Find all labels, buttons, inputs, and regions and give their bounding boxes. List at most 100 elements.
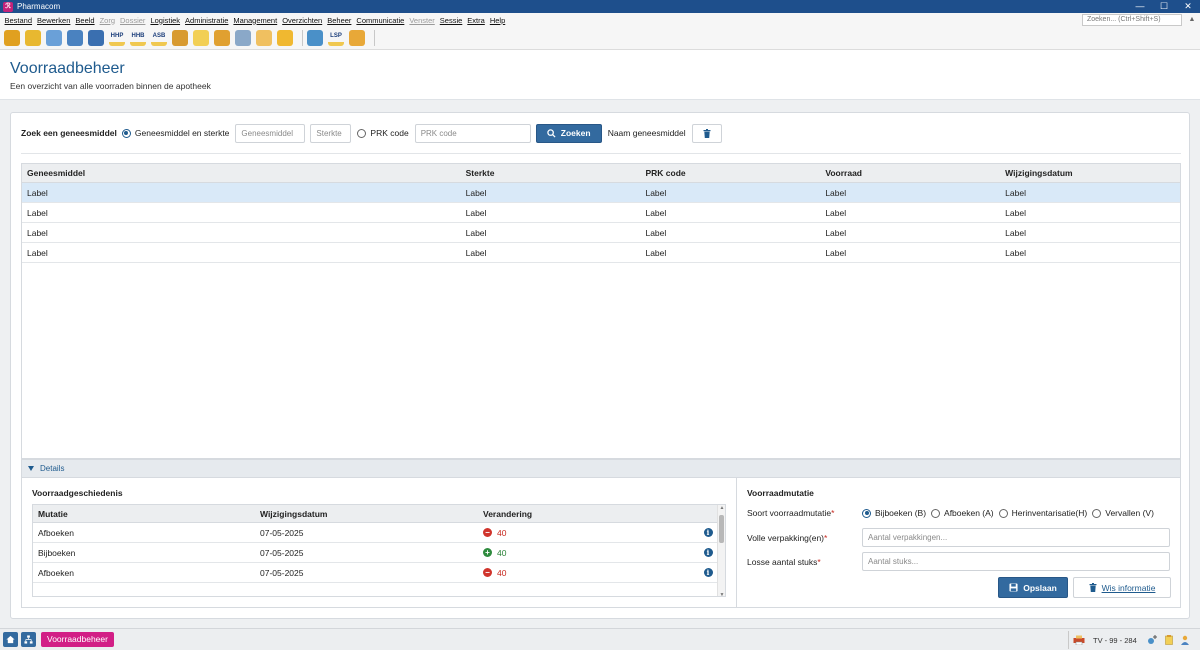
menu-communicatie[interactable]: Communicatie	[354, 16, 407, 25]
lsp-icon[interactable]: LSP	[328, 30, 344, 46]
radio-mutation-type-1[interactable]	[931, 508, 941, 518]
menu-dossier: Dossier	[120, 15, 146, 25]
save-icon	[1009, 583, 1018, 592]
column-mutatie[interactable]: Mutatie	[33, 509, 255, 519]
asb-icon[interactable]: ASB	[151, 30, 167, 46]
global-search-input[interactable]: Zoeken... (Ctrl+Shift+S)	[1082, 14, 1182, 26]
menu-help[interactable]: Help	[487, 16, 507, 25]
table-row[interactable]: Label Label Label Label Label	[22, 223, 1180, 243]
scroll-up-icon[interactable]: ▲	[718, 505, 725, 511]
user-swap-icon[interactable]	[4, 30, 20, 46]
home-button[interactable]	[3, 632, 18, 647]
radio-mutation-type-label: Bijboeken (B)	[875, 508, 927, 518]
column-sterkte[interactable]: Sterkte	[461, 168, 641, 178]
column-wijzigingsdatum[interactable]: Wijzigingsdatum	[1000, 168, 1180, 178]
radio-mutation-type-0[interactable]	[862, 508, 871, 518]
radio-geneesmiddel-sterkte[interactable]	[121, 128, 131, 138]
info-cell: i	[700, 548, 716, 557]
geneesmiddel-input[interactable]: Geneesmiddel	[235, 123, 306, 143]
mutation-type-options: Bijboeken (B) Afboeken (A) Herinventarisat…	[862, 508, 1159, 518]
boxes-icon[interactable]	[172, 30, 188, 46]
menu-logistiek[interactable]: Logistiek	[148, 16, 183, 25]
clear-info-button[interactable]: Wis informatie	[1073, 577, 1171, 598]
column-prk-code[interactable]: PRK code	[640, 168, 820, 178]
info-icon[interactable]: i	[703, 528, 713, 537]
package-icon[interactable]	[214, 30, 230, 46]
maximize-icon[interactable]: ☐	[1152, 0, 1176, 13]
connection-icon[interactable]	[1147, 635, 1158, 645]
table-row[interactable]: Label Label Label Label Label	[22, 243, 1180, 263]
radio-mutation-type-3[interactable]	[1092, 508, 1102, 518]
search-button-label: Zoeken	[560, 128, 591, 138]
history-datum: 07-05-2025	[260, 567, 304, 578]
info-icon[interactable]: i	[703, 568, 713, 577]
menu-zorg: Zorg	[99, 15, 115, 25]
printer-icon[interactable]	[1073, 635, 1085, 645]
column-verandering[interactable]: Verandering	[478, 509, 700, 519]
note-icon[interactable]	[193, 30, 209, 46]
menu-sessie[interactable]: Sessie	[437, 16, 465, 25]
radio-mutation-type-2[interactable]	[998, 508, 1008, 518]
hhp-icon[interactable]: HHP	[109, 30, 125, 46]
history-table: Mutatie Wijzigingsdatum Verandering Afbo…	[32, 504, 726, 597]
coins-icon[interactable]	[25, 30, 41, 46]
sterkte-input[interactable]: Sterkte	[310, 123, 352, 143]
column-voorraad[interactable]: Voorraad	[820, 168, 1000, 178]
menu-beheer[interactable]: Beheer	[325, 16, 354, 25]
prk-code-input[interactable]: PRK code	[414, 123, 531, 143]
table-cell: Label	[825, 207, 847, 218]
history-row[interactable]: Afboeken 07-05-2025−40 i	[33, 563, 725, 583]
save-button[interactable]: Opslaan	[998, 577, 1068, 598]
column-geneesmiddel[interactable]: Geneesmiddel	[22, 168, 461, 178]
history-row[interactable]: Bijboeken 07-05-2025 +40 i	[33, 543, 725, 563]
minus-circle-icon: −	[483, 568, 492, 577]
scroll-thumb[interactable]	[719, 515, 724, 543]
hhb-icon[interactable]: HHB	[130, 30, 146, 46]
stock-card: Zoek een geneesmiddel Geneesmiddel en st…	[10, 112, 1190, 619]
user-icon[interactable]	[1180, 635, 1190, 645]
history-scrollbar[interactable]: ▲ ▼	[717, 505, 725, 596]
radio-prk-code[interactable]	[357, 128, 367, 138]
details-divider	[736, 478, 737, 608]
table-cell: Label	[825, 187, 847, 198]
menu-bewerken[interactable]: Bewerken	[35, 16, 73, 25]
folder-user-icon[interactable]	[256, 30, 272, 46]
menu-management[interactable]: Management	[231, 16, 280, 25]
losse-stuks-input[interactable]: Aantal stuks...	[862, 552, 1170, 571]
volle-verpakkingen-input[interactable]: Aantal verpakkingen...	[862, 528, 1170, 547]
table-cell: Label	[1005, 187, 1026, 198]
details-toggle[interactable]: Details	[21, 459, 1181, 478]
menu-beeld[interactable]: Beeld	[73, 16, 97, 25]
tab-voorraadbeheer[interactable]: Voorraadbeheer	[41, 632, 114, 647]
info-icon[interactable]: i	[703, 548, 713, 557]
clipboard-icon[interactable]	[1165, 635, 1173, 645]
sitemap-button[interactable]	[21, 632, 36, 647]
globe-add-icon[interactable]	[46, 30, 62, 46]
clear-search-button[interactable]	[691, 123, 722, 143]
table-row[interactable]: Label Label Label Label Label	[22, 203, 1180, 223]
menu-extra[interactable]: Extra	[465, 16, 488, 25]
search-button[interactable]: Zoeken	[535, 123, 602, 143]
column-hist-wijzigingsdatum[interactable]: Wijzigingsdatum	[255, 509, 478, 519]
scroll-down-icon[interactable]: ▼	[718, 592, 725, 596]
people-icon[interactable]	[307, 30, 323, 46]
minimize-icon[interactable]: —	[1128, 0, 1152, 13]
history-row[interactable]: Afboeken 07-05-2025−40 i	[33, 523, 725, 543]
menu-overzichten[interactable]: Overzichten	[280, 16, 325, 25]
patient-card-icon[interactable]	[67, 30, 83, 46]
naam-geneesmiddel-label: Naam geneesmiddel	[607, 128, 686, 138]
search-icon	[547, 128, 556, 138]
menu-administratie[interactable]: Administratie	[183, 16, 231, 25]
menu-bestand[interactable]: Bestand	[2, 16, 35, 25]
volle-label-text: Volle verpakking(en)	[747, 532, 825, 543]
table-cell: Label	[465, 227, 487, 238]
table-row[interactable]: Label Label Label Label Label	[22, 183, 1180, 203]
menu-scroll-icon[interactable]: ▲	[1187, 15, 1197, 25]
person-doc-icon[interactable]	[235, 30, 251, 46]
envelope-icon[interactable]	[277, 30, 293, 46]
close-icon[interactable]: ✕	[1176, 0, 1200, 13]
history-body: Afboeken 07-05-2025−40 i Bijboeken 07-05-202…	[33, 523, 725, 583]
history-change: +40	[478, 548, 700, 558]
user-icon[interactable]	[349, 30, 365, 46]
document-blue-icon[interactable]	[88, 30, 104, 46]
